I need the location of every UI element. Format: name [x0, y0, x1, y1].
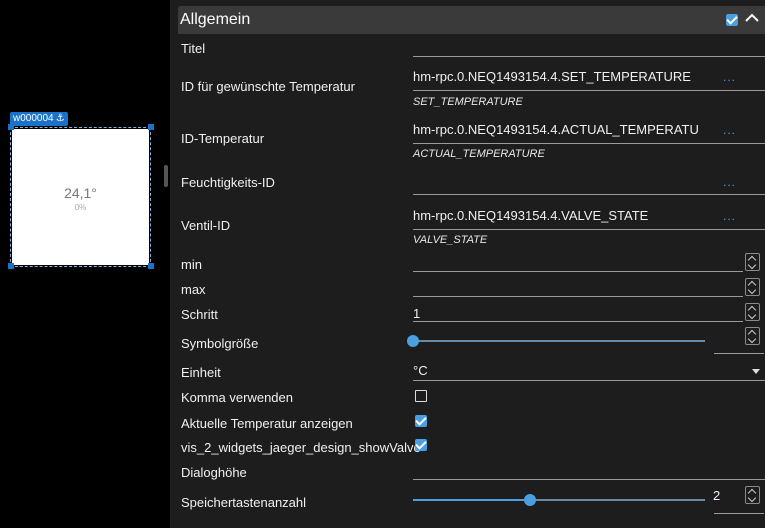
section-title: Allgemein [180, 11, 251, 28]
aktuelle-label: Aktuelle Temperatur anzeigen [181, 416, 353, 431]
panel-splitter[interactable] [164, 165, 168, 187]
dialoghoehe-label: Dialoghöhe [181, 465, 247, 480]
set-temp-input[interactable]: hm-rpc.0.NEQ1493154.4.SET_TEMPERATURE [413, 69, 691, 84]
widget-temperature: 24,1° [64, 185, 97, 201]
valve-browse-button[interactable]: ... [723, 209, 736, 223]
aktuelle-checkbox[interactable] [415, 415, 427, 427]
actual-temp-label: ID-Temperatur [181, 131, 265, 146]
section-header[interactable]: Allgemein [178, 6, 765, 34]
symbol-slider-track[interactable] [413, 340, 705, 342]
min-label: min [181, 257, 202, 272]
widget-id-label: w000004 [13, 113, 54, 124]
speicher-slider-track[interactable] [529, 499, 705, 501]
speicher-stepper[interactable] [745, 486, 760, 504]
speicher-label: Speichertastenanzahl [181, 495, 307, 510]
speicher-underline [714, 513, 764, 514]
thermostat-widget[interactable]: 24,1° 0% [12, 129, 149, 265]
anchor-icon[interactable]: ⚓ [56, 112, 65, 126]
speicher-input[interactable]: 2 [713, 488, 720, 503]
schritt-label: Schritt [181, 307, 218, 322]
dialoghoehe-underline [413, 479, 765, 480]
valve-label: Ventil-ID [181, 218, 231, 233]
resize-handle-bottom-right[interactable] [148, 263, 154, 269]
section-enabled-checkbox[interactable] [726, 14, 738, 26]
symbol-slider-thumb[interactable] [407, 335, 419, 347]
set-temp-label: ID für gewünschte Temperatur [181, 79, 355, 94]
einheit-select[interactable]: °C [413, 363, 428, 378]
schritt-underline [413, 321, 743, 322]
chevron-up-icon[interactable] [744, 10, 760, 26]
resize-handle-top-left[interactable] [8, 124, 14, 130]
set-temp-hint: SET_TEMPERATURE [413, 96, 523, 108]
komma-checkbox[interactable] [415, 390, 427, 402]
actual-temp-input[interactable]: hm-rpc.0.NEQ1493154.4.ACTUAL_TEMPERATU [413, 122, 699, 137]
app-root: w000004 ⚓ 24,1° 0% Allgemein Titel ID fü… [0, 0, 765, 528]
min-stepper[interactable] [745, 253, 760, 271]
actual-temp-underline [413, 143, 765, 144]
resize-handle-bottom-left[interactable] [8, 263, 14, 269]
titel-underline [413, 56, 765, 57]
caret-down-icon[interactable] [752, 369, 760, 374]
showvalve-checkbox[interactable] [415, 439, 427, 451]
einheit-label: Einheit [181, 365, 221, 380]
schritt-input[interactable]: 1 [413, 306, 420, 321]
schritt-stepper[interactable] [745, 303, 760, 321]
widget-id-tag[interactable]: w000004 ⚓ [10, 112, 68, 126]
resize-handle-top-right[interactable] [148, 124, 154, 130]
widget-percent: 0% [74, 203, 87, 212]
humidity-underline [413, 194, 765, 195]
set-temp-browse-button[interactable]: ... [723, 70, 736, 84]
komma-label: Komma verwenden [181, 390, 293, 405]
max-label: max [181, 282, 206, 297]
symbol-stepper[interactable] [745, 327, 760, 345]
titel-label: Titel [181, 41, 206, 56]
min-underline [413, 271, 743, 272]
einheit-underline [413, 380, 765, 381]
speicher-slider-fill[interactable] [413, 499, 530, 501]
valve-underline [413, 229, 765, 230]
symbol-label: Symbolgröße [181, 336, 259, 351]
actual-temp-hint: ACTUAL_TEMPERATURE [413, 148, 545, 160]
speicher-slider-thumb[interactable] [523, 494, 536, 506]
symbol-underline [714, 353, 764, 354]
editor-canvas[interactable]: w000004 ⚓ 24,1° 0% [0, 0, 170, 528]
humidity-browse-button[interactable]: ... [723, 175, 736, 189]
max-stepper[interactable] [745, 278, 760, 296]
showvalve-label: vis_2_widgets_jaeger_design_showValve [181, 440, 421, 455]
properties-panel: Allgemein Titel ID für gewünschte Temper… [170, 0, 765, 528]
actual-temp-browse-button[interactable]: ... [723, 123, 736, 137]
valve-hint: VALVE_STATE [413, 234, 488, 246]
set-temp-underline [413, 90, 765, 91]
max-underline [413, 296, 743, 297]
humidity-label: Feuchtigkeits-ID [181, 175, 275, 190]
valve-input[interactable]: hm-rpc.0.NEQ1493154.4.VALVE_STATE [413, 208, 648, 223]
